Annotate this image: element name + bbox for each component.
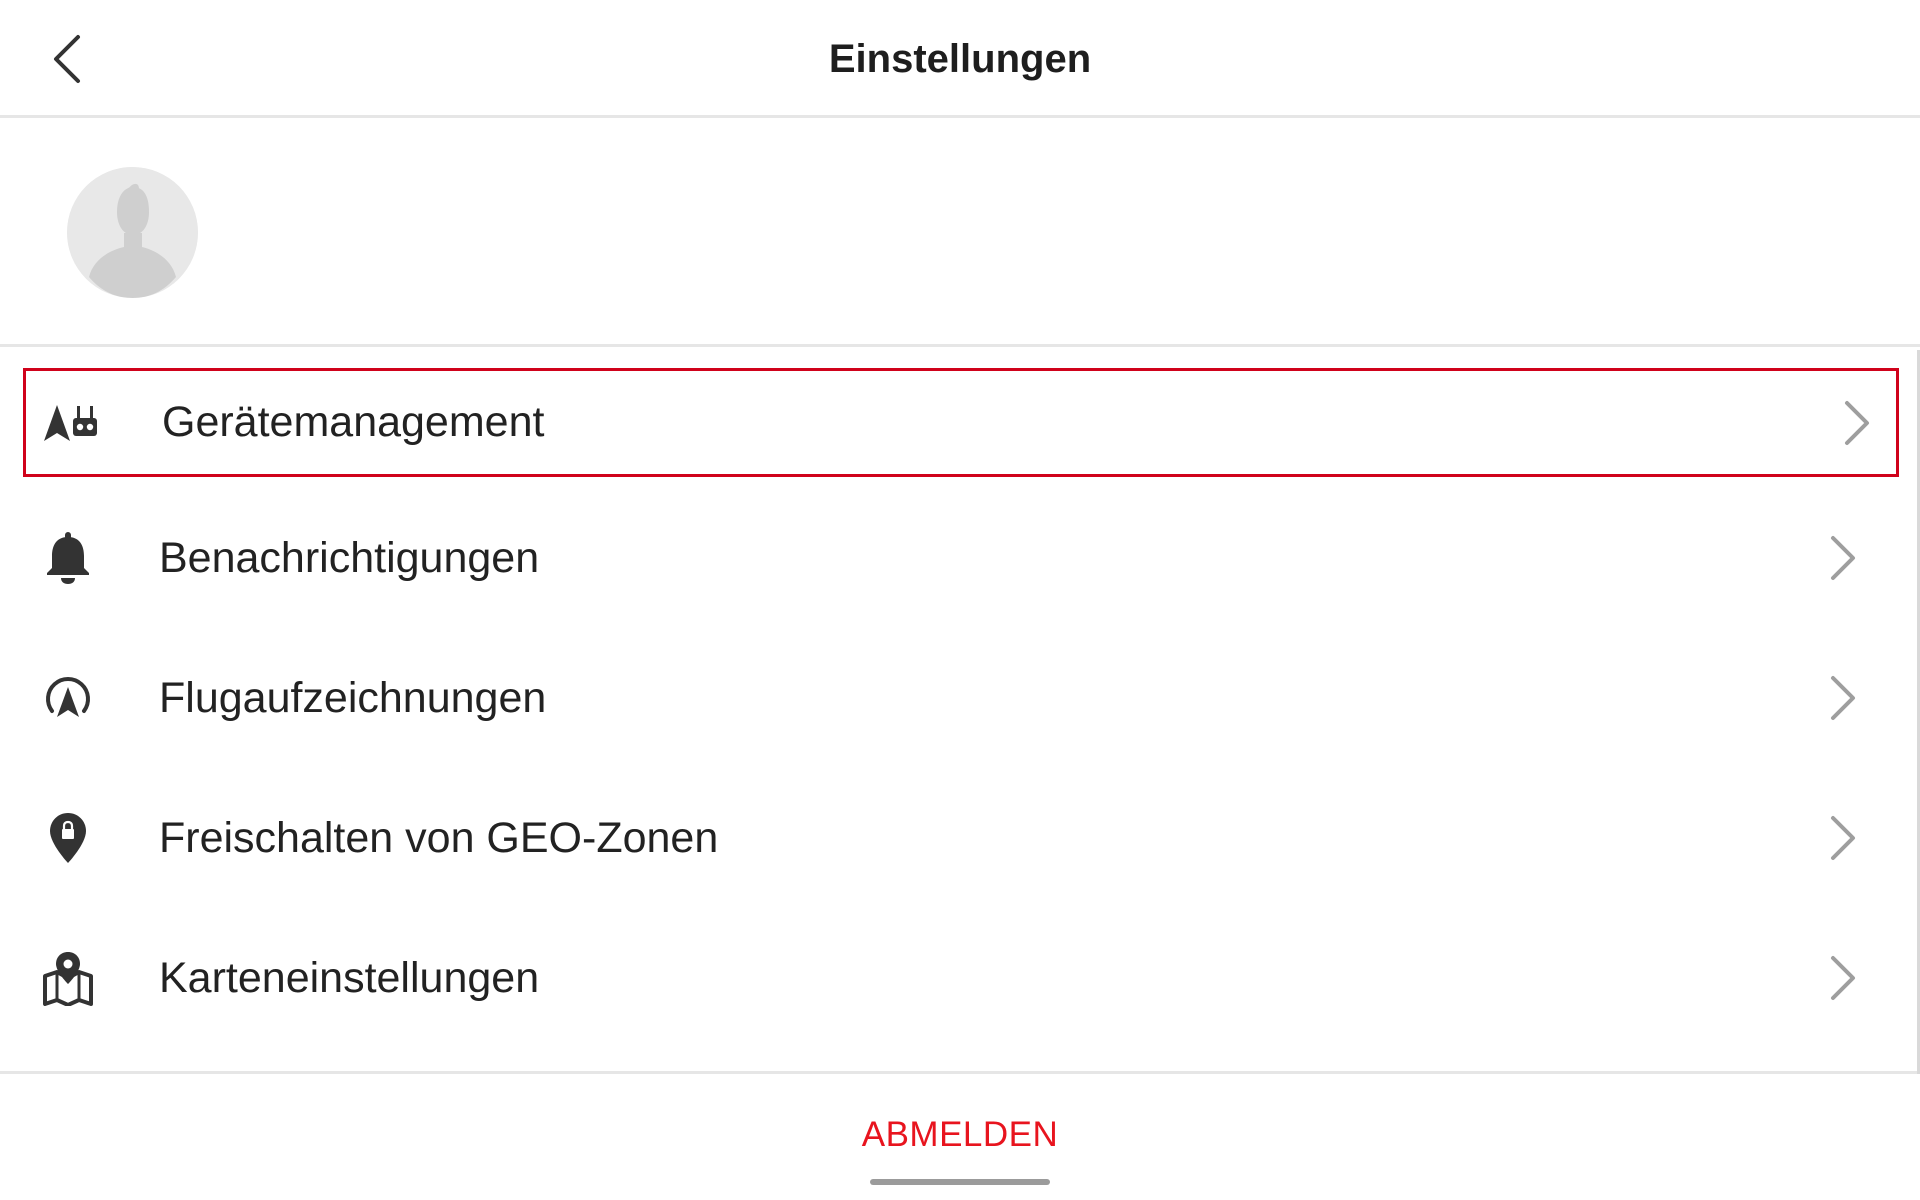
chevron-right-icon (1823, 948, 1863, 1008)
avatar[interactable] (67, 167, 198, 298)
profile-section (0, 118, 1920, 347)
app-bar: Einstellungen (0, 0, 1920, 118)
settings-screen: Einstellungen Gerätemanagement Benachric… (0, 0, 1920, 1200)
chevron-right-icon (1837, 393, 1877, 453)
map-pin-icon (38, 948, 98, 1008)
menu-item-map-settings[interactable]: Karteneinstellungen (0, 908, 1905, 1048)
menu-item-label: Karteneinstellungen (159, 953, 540, 1002)
chevron-right-icon (1823, 808, 1863, 868)
flight-record-icon (38, 668, 98, 728)
menu-item-label: Gerätemanagement (162, 398, 545, 446)
location-lock-icon (38, 808, 98, 868)
page-title: Einstellungen (828, 36, 1092, 81)
menu-item-label: Freischalten von GEO-Zonen (159, 813, 719, 862)
user-silhouette-icon (67, 167, 198, 298)
bell-icon (38, 528, 98, 588)
home-indicator[interactable] (870, 1179, 1050, 1185)
chevron-right-icon (1823, 528, 1863, 588)
chevron-right-icon (1823, 668, 1863, 728)
logout-button[interactable]: ABMELDEN (862, 1115, 1059, 1155)
menu-item-label: Flugaufzeichnungen (159, 673, 547, 722)
menu-item-label: Benachrichtigungen (159, 533, 540, 582)
menu-item-notifications[interactable]: Benachrichtigungen (0, 488, 1905, 628)
menu-item-flight-records[interactable]: Flugaufzeichnungen (0, 628, 1905, 768)
menu-item-geo-zones[interactable]: Freischalten von GEO-Zonen (0, 768, 1905, 908)
settings-menu: Gerätemanagement Benachrichtigungen Flug… (0, 350, 1920, 1074)
menu-item-device-management[interactable]: Gerätemanagement (23, 368, 1899, 477)
drone-controller-icon (41, 393, 101, 453)
